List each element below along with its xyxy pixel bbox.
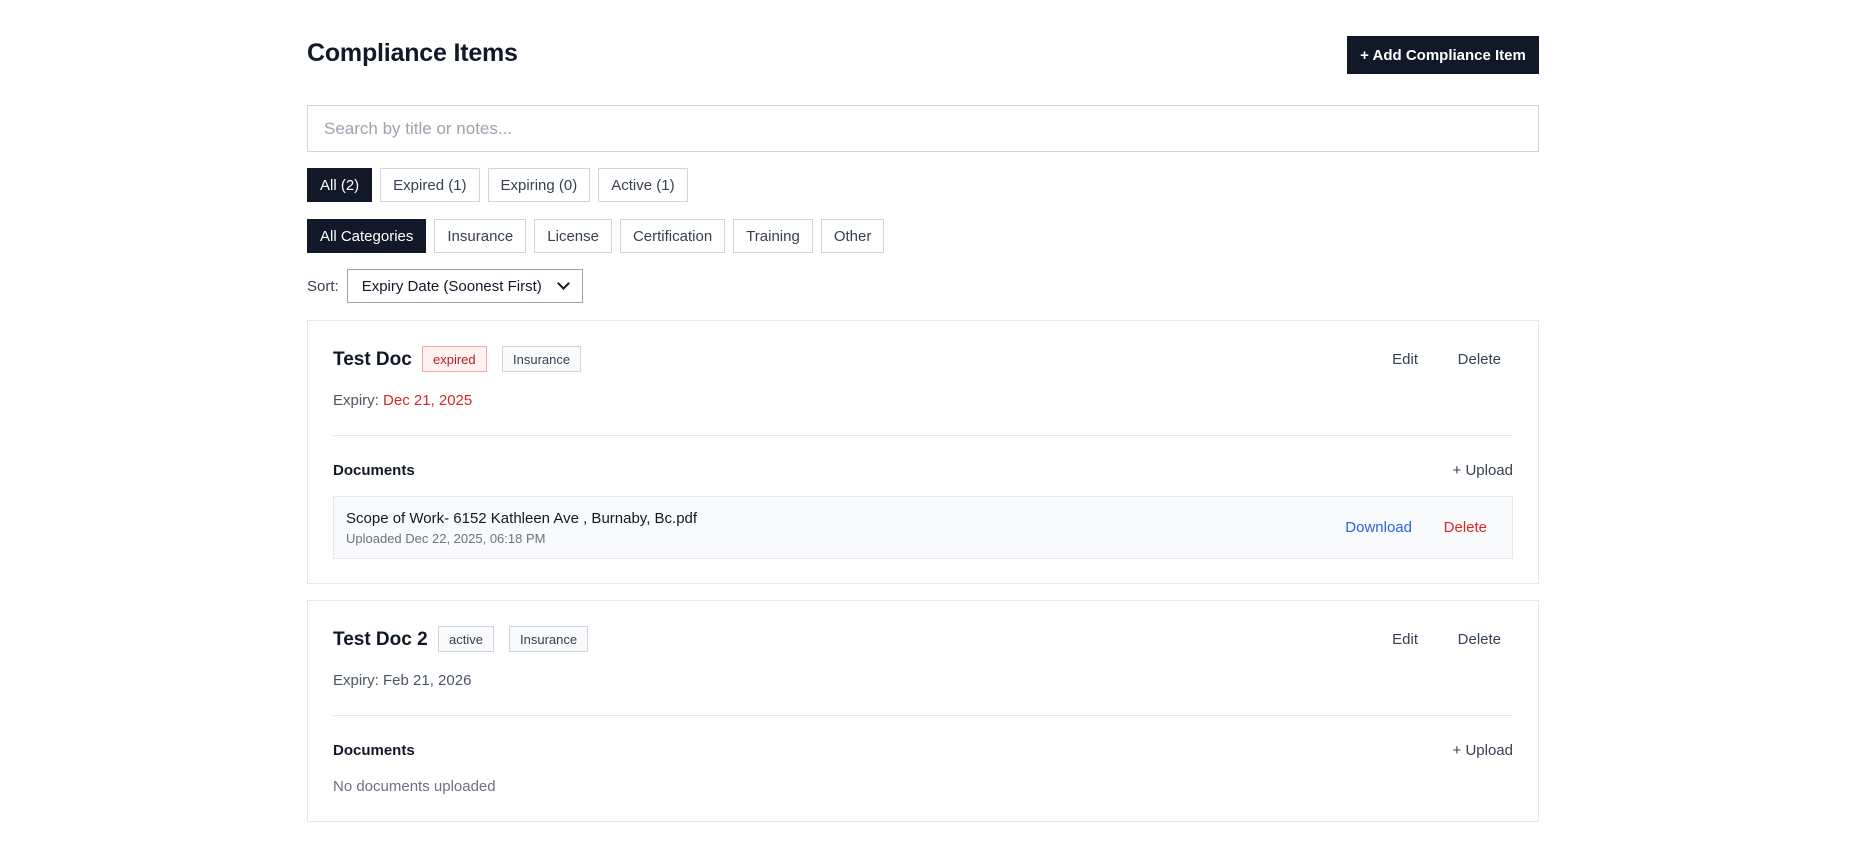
category-badge: Insurance: [509, 626, 589, 652]
category-license[interactable]: License: [534, 219, 612, 253]
upload-button[interactable]: + Upload: [1453, 742, 1513, 759]
search-input[interactable]: [307, 105, 1539, 152]
document-uploaded-date: Uploaded Dec 22, 2025, 06:18 PM: [346, 531, 546, 546]
filter-expiring[interactable]: Expiring (0): [487, 168, 591, 202]
page-title: Compliance Items: [307, 39, 518, 67]
compliance-item-card: Test Doc expired Insurance Edit Delete E…: [307, 320, 1539, 584]
category-training[interactable]: Training: [733, 219, 813, 253]
add-compliance-item-button[interactable]: + Add Compliance Item: [1347, 36, 1539, 74]
delete-button[interactable]: Delete: [1458, 631, 1501, 648]
divider: [333, 435, 1513, 436]
category-insurance[interactable]: Insurance: [434, 219, 527, 253]
empty-documents-text: No documents uploaded: [333, 778, 496, 795]
category-all[interactable]: All Categories: [307, 219, 427, 253]
document-row: Scope of Work- 6152 Kathleen Ave , Burna…: [333, 496, 1513, 559]
expiry-date: Feb 21, 2026: [383, 672, 472, 689]
document-delete-button[interactable]: Delete: [1444, 519, 1487, 536]
download-button[interactable]: Download: [1345, 519, 1412, 536]
delete-button[interactable]: Delete: [1458, 351, 1501, 368]
expiry-label: Expiry:: [333, 672, 379, 689]
category-badge: Insurance: [502, 346, 582, 372]
filter-expired[interactable]: Expired (1): [380, 168, 480, 202]
item-title: Test Doc: [333, 349, 412, 370]
sort-selected-value: Expiry Date (Soonest First): [361, 277, 542, 295]
expiry-row: Expiry: Feb 21, 2026: [333, 672, 471, 689]
category-certification[interactable]: Certification: [619, 219, 726, 253]
category-filter-bar: All Categories Insurance License Certifi…: [307, 219, 885, 253]
filter-active[interactable]: Active (1): [598, 168, 688, 202]
item-title: Test Doc 2: [333, 629, 428, 650]
upload-button[interactable]: + Upload: [1453, 462, 1513, 479]
expiry-row: Expiry: Dec 21, 2025: [333, 392, 472, 409]
compliance-item-card: Test Doc 2 active Insurance Edit Delete …: [307, 600, 1539, 822]
divider: [333, 715, 1513, 716]
expiry-label: Expiry:: [333, 392, 379, 409]
sort-label: Sort:: [307, 277, 339, 295]
sort-row: Sort: Expiry Date (Soonest First): [307, 269, 583, 303]
expiry-date: Dec 21, 2025: [383, 392, 473, 409]
page-header: Compliance Items + Add Compliance Item: [307, 36, 1539, 74]
chevron-down-icon: [556, 277, 570, 290]
documents-heading: Documents: [333, 742, 415, 759]
sort-select[interactable]: Expiry Date (Soonest First): [346, 269, 583, 303]
edit-button[interactable]: Edit: [1392, 631, 1418, 648]
status-filter-bar: All (2) Expired (1) Expiring (0) Active …: [307, 168, 688, 202]
edit-button[interactable]: Edit: [1392, 351, 1418, 368]
category-other[interactable]: Other: [820, 219, 885, 253]
document-name: Scope of Work- 6152 Kathleen Ave , Burna…: [346, 510, 698, 527]
documents-heading: Documents: [333, 462, 415, 479]
status-badge: active: [438, 626, 494, 652]
status-badge: expired: [422, 346, 487, 372]
filter-all[interactable]: All (2): [307, 168, 373, 202]
